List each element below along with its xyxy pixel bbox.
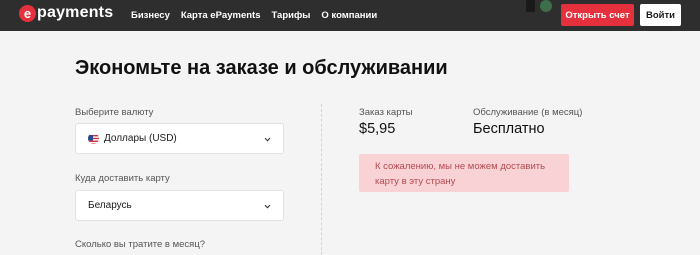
chevron-down-icon [264,204,271,209]
login-button[interactable]: Войти [640,4,681,26]
header-decoration [526,0,553,12]
card-order-price: $5,95 [359,121,396,137]
logo-mark-icon: e [19,4,36,22]
column-divider [321,104,322,255]
currency-value: Доллары (USD) [104,133,177,144]
chevron-down-icon [264,137,271,142]
open-account-button[interactable]: Открыть счет [561,4,634,26]
nav-item-about[interactable]: О компании [321,10,377,21]
delivery-country-value: Беларусь [88,200,132,211]
us-flag-icon [88,133,99,144]
top-navigation-bar: e payments Бизнесу Карта ePayments Тариф… [0,0,700,31]
delivery-unavailable-alert: К сожалению, мы не можем доставить карту… [359,154,569,192]
decoration-bar [526,0,535,12]
nav-item-epayments-card[interactable]: Карта ePayments [181,10,261,21]
nav-item-tariffs[interactable]: Тарифы [271,10,310,21]
currency-label: Выберите валюту [75,107,154,118]
currency-select[interactable]: Доллары (USD) [75,123,284,154]
delivery-country-select[interactable]: Беларусь [75,190,284,221]
service-fee-label: Обслуживание (в месяц) [473,107,583,118]
logo-text: payments [37,4,114,21]
delivery-label: Куда доставить карту [75,173,170,184]
decoration-dot [540,0,552,12]
main-nav: Бизнесу Карта ePayments Тарифы О компани… [131,0,388,31]
nav-item-business[interactable]: Бизнесу [131,10,170,21]
page-title: Экономьте на заказе и обслуживании [75,57,448,79]
service-fee-value: Бесплатно [473,121,545,137]
epayments-logo[interactable]: e payments [19,4,113,22]
monthly-spend-label: Сколько вы тратите в месяц? [75,239,206,250]
card-order-label: Заказ карты [359,107,413,118]
